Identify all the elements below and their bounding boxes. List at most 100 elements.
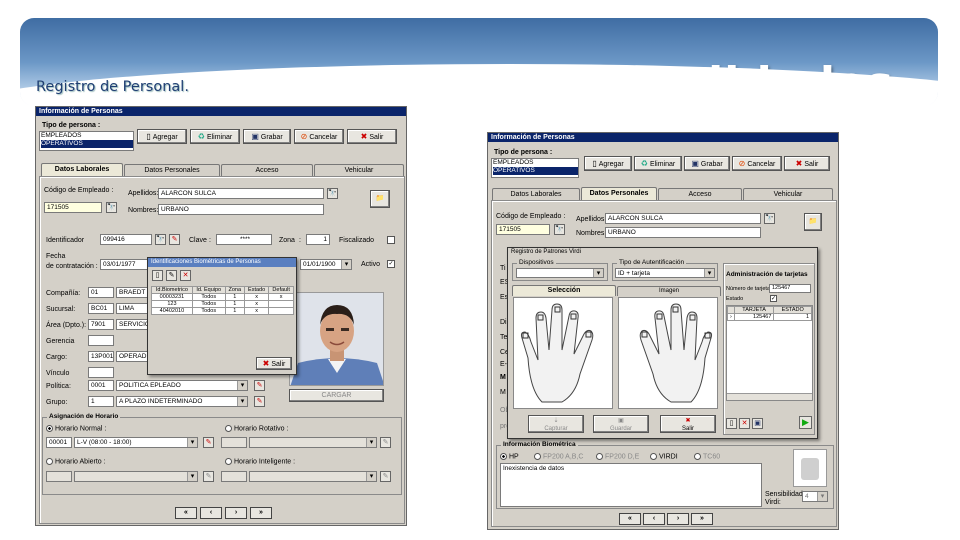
compania-field[interactable]: BRAEDT	[116, 287, 148, 298]
cargo-code-field[interactable]: 13P001	[88, 351, 114, 362]
agregar-button[interactable]: ▯ Agregar	[584, 156, 632, 171]
bio-radio-tc60[interactable]: TC60	[694, 453, 720, 460]
apellidos-field[interactable]: ALARCON SULCA	[605, 213, 761, 224]
abierto-code-field[interactable]	[46, 471, 72, 482]
horario-abierto-radio[interactable]: Horario Abierto :	[46, 458, 106, 465]
inteligente-code-field[interactable]	[221, 471, 247, 482]
horario-inteligente-radio[interactable]: Horario Inteligente :	[225, 458, 295, 465]
zona-field[interactable]: 1	[306, 234, 330, 245]
salir-button[interactable]: ✖ Salir	[347, 129, 397, 144]
rotativo-code-field[interactable]	[221, 437, 247, 448]
dispositivos-select[interactable]	[516, 268, 604, 278]
bio-radio-hp[interactable]: HP	[500, 453, 519, 460]
photo-folder-button[interactable]: 📁	[370, 190, 390, 208]
num-tarjeta-field[interactable]: 125467	[769, 284, 811, 293]
delete-icon[interactable]: ✕	[180, 270, 191, 281]
first-record-button[interactable]: «	[175, 507, 197, 519]
tab-acceso[interactable]: Acceso	[221, 164, 313, 176]
eliminar-button[interactable]: ♻ Eliminar	[634, 156, 682, 171]
tab-vehicular[interactable]: Vehicular	[743, 188, 833, 200]
last-record-button[interactable]: »	[250, 507, 272, 519]
table-row[interactable]: 40402010 Todos 1 x	[151, 307, 294, 315]
pen-icon[interactable]: ✎	[380, 437, 391, 448]
pen-icon[interactable]: ✎	[380, 471, 391, 482]
prev-record-button[interactable]: ‹	[643, 513, 665, 525]
play-icon[interactable]: ▶	[799, 416, 812, 429]
activo-checkbox[interactable]: ✓	[387, 260, 395, 268]
bio-radio-virdi[interactable]: VIRDI	[650, 453, 678, 460]
fiscalizado-checkbox[interactable]	[387, 236, 395, 244]
table-row[interactable]: 123 Todos 1 x	[151, 300, 294, 308]
area-field[interactable]: SERVICIO	[116, 319, 148, 330]
capturar-button[interactable]: ⇣ Capturar	[528, 415, 584, 433]
grabar-button[interactable]: ▣ Grabar	[243, 129, 291, 144]
nombres-field[interactable]: URBANO	[605, 227, 761, 238]
tipo-item-selected[interactable]: OPERATIVOS	[493, 167, 578, 175]
tab-imagen[interactable]: Imagen	[617, 286, 721, 296]
pen-icon[interactable]: ✎	[254, 396, 265, 407]
identificador-field[interactable]: 099416	[100, 234, 152, 245]
politica-select[interactable]: POLITICA EPLEADO	[116, 380, 248, 391]
fecha-fin-select[interactable]: 01/01/1900	[300, 259, 352, 270]
tab-datos-laborales[interactable]: Datos Laborales	[41, 163, 123, 176]
tipo-item[interactable]: EMPLEADOS	[493, 159, 578, 167]
tab-vehicular[interactable]: Vehicular	[314, 164, 404, 176]
tipo-aut-select[interactable]: ID + tarjeta	[615, 268, 715, 278]
sucursal-code-field[interactable]: BC01	[88, 303, 114, 314]
cancelar-button[interactable]: ⊘ Cancelar	[732, 156, 782, 171]
guardar-button[interactable]: ▣ Guardar	[593, 415, 649, 433]
first-record-button[interactable]: «	[619, 513, 641, 525]
search-icon[interactable]: 🔭	[764, 213, 775, 224]
horario-code-field[interactable]: 00001	[46, 437, 72, 448]
tipo-item-selected[interactable]: OPERATIVOS	[41, 140, 133, 148]
agregar-button[interactable]: ▯ Agregar	[137, 129, 187, 144]
tipo-persona-list[interactable]: EMPLEADOS OPERATIVOS	[39, 131, 134, 151]
cancelar-button[interactable]: ⊘ Cancelar	[294, 129, 344, 144]
inteligente-select[interactable]	[249, 471, 377, 482]
horizontal-scrollbar[interactable]	[727, 393, 812, 400]
popup-salir-button[interactable]: ✖ Salir	[256, 357, 292, 370]
codigo-field[interactable]: 171505	[496, 224, 550, 235]
area-code-field[interactable]: 7901	[88, 319, 114, 330]
search-icon[interactable]: 🔭	[327, 188, 338, 199]
fecha-field[interactable]: 03/01/1977	[100, 259, 150, 270]
clave-field[interactable]: ****	[216, 234, 272, 245]
binoculars-icon[interactable]: 🔭	[554, 224, 565, 235]
pen-icon[interactable]: ✎	[169, 234, 180, 245]
politica-code-field[interactable]: 0001	[88, 380, 114, 391]
binoculars-icon[interactable]: 🔭	[155, 234, 166, 245]
next-record-button[interactable]: ›	[667, 513, 689, 525]
last-record-button[interactable]: »	[691, 513, 713, 525]
cargar-button[interactable]: CARGAR	[289, 389, 384, 402]
tab-datos-laborales[interactable]: Datos Laborales	[492, 188, 580, 200]
tab-datos-personales[interactable]: Datos Personales	[581, 187, 657, 200]
gerencia-field[interactable]	[88, 335, 114, 346]
vinculo-field[interactable]	[88, 367, 114, 378]
pen-icon[interactable]: ✎	[203, 437, 214, 448]
salir-button[interactable]: ✖ Salir	[784, 156, 830, 171]
tab-datos-personales[interactable]: Datos Personales	[124, 164, 220, 176]
tipo-persona-list[interactable]: EMPLEADOS OPERATIVOS	[491, 158, 579, 178]
apellidos-field[interactable]: ALARCON SULCA	[158, 188, 324, 199]
codigo-field[interactable]: 171505	[44, 202, 102, 213]
estado-checkbox[interactable]: ✓	[770, 295, 777, 302]
eliminar-button[interactable]: ♻ Eliminar	[190, 129, 240, 144]
table-row[interactable]: 00003231 Todos 1 x x	[151, 293, 294, 301]
bio-text-area[interactable]: Inexistencia de datos	[500, 463, 762, 507]
sucursal-field[interactable]: LIMA	[116, 303, 148, 314]
grabar-button[interactable]: ▣ Grabar	[684, 156, 730, 171]
tab-acceso[interactable]: Acceso	[658, 188, 742, 200]
abierto-select[interactable]	[74, 471, 198, 482]
dialog-salir-button[interactable]: ✖ Salir	[660, 415, 716, 433]
new-icon[interactable]: ▯	[152, 270, 163, 281]
nombres-field[interactable]: URBANO	[158, 204, 324, 215]
rotativo-select[interactable]	[249, 437, 377, 448]
cargo-field[interactable]: OPERAD	[116, 351, 148, 362]
bio-radio-fp200abc[interactable]: FP200 A,B,C	[534, 453, 583, 460]
delete-icon[interactable]: ✕	[739, 418, 750, 429]
edit-icon[interactable]: ✎	[166, 270, 177, 281]
pen-icon[interactable]: ✎	[254, 380, 265, 391]
bio-radio-fp200de[interactable]: FP200 D,E	[596, 453, 639, 460]
horario-rotativo-radio[interactable]: Horario Rotativo :	[225, 425, 288, 432]
horario-normal-radio[interactable]: Horario Normal :	[46, 425, 106, 432]
